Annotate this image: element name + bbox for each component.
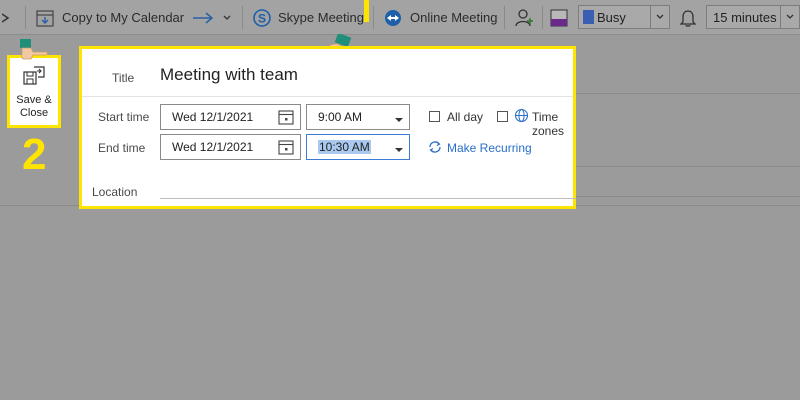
pointing-hand-icon xyxy=(18,38,54,65)
teamviewer-icon xyxy=(384,9,402,27)
add-attendee-icon[interactable] xyxy=(515,0,535,35)
reminder-dropdown[interactable]: 15 minutes xyxy=(706,5,800,29)
color-category-icon[interactable] xyxy=(550,0,568,35)
calendar-icon[interactable] xyxy=(278,109,294,128)
chevron-down-icon xyxy=(650,6,669,28)
ribbon-separator xyxy=(542,6,543,29)
copy-to-calendar-label: Copy to My Calendar xyxy=(62,10,185,25)
ribbon-separator xyxy=(242,6,243,29)
make-recurring-link[interactable]: Make Recurring xyxy=(447,141,532,155)
skype-icon: S xyxy=(252,8,272,28)
ribbon-separator xyxy=(373,6,374,29)
ribbon-separator xyxy=(504,6,505,29)
busy-color-swatch xyxy=(583,10,594,24)
online-meeting-label: Online Meeting xyxy=(410,10,498,25)
meeting-form-panel: Title Meeting with team Start time Wed 1… xyxy=(79,46,576,209)
end-time-field[interactable]: 10:30 AM xyxy=(306,134,410,160)
save-close-button[interactable]: Save & Close xyxy=(7,55,61,128)
ribbon-separator xyxy=(25,6,26,29)
step-marker xyxy=(364,0,369,22)
show-as-dropdown[interactable]: Busy xyxy=(578,5,670,29)
chevron-down-icon[interactable] xyxy=(394,143,404,157)
title-label: Title xyxy=(112,71,135,85)
recurring-icon xyxy=(428,140,442,159)
save-icon xyxy=(23,66,45,91)
start-time-label: Start time xyxy=(98,110,150,124)
start-date-value: Wed 12/1/2021 xyxy=(172,110,254,124)
start-date-field[interactable]: Wed 12/1/2021 xyxy=(160,104,301,130)
chevron-down-icon[interactable] xyxy=(222,0,232,35)
globe-icon xyxy=(514,108,529,128)
bell-icon[interactable] xyxy=(680,0,696,35)
all-day-checkbox[interactable] xyxy=(429,111,440,122)
chevron-down-icon[interactable] xyxy=(394,113,404,127)
end-time-value: 10:30 AM xyxy=(318,140,371,154)
chevron-down-icon xyxy=(780,6,799,28)
svg-text:S: S xyxy=(258,11,266,25)
end-time-label: End time xyxy=(98,141,146,155)
calendar-icon[interactable] xyxy=(278,139,294,158)
ribbon-toolbar: Copy to My Calendar S Skype Meeting Onli… xyxy=(0,0,800,35)
time-zones-checkbox[interactable] xyxy=(497,111,508,122)
online-meeting-button[interactable]: Online Meeting xyxy=(384,0,497,35)
copy-to-calendar-button[interactable]: Copy to My Calendar xyxy=(36,0,184,35)
location-label: Location xyxy=(92,185,138,199)
location-input[interactable] xyxy=(160,198,576,199)
start-time-value: 9:00 AM xyxy=(318,110,363,124)
end-date-field[interactable]: Wed 12/1/2021 xyxy=(160,134,301,160)
step-number: 2 xyxy=(22,130,47,179)
time-zones-label: Time zones xyxy=(532,110,565,138)
more-icon[interactable] xyxy=(0,0,12,35)
title-input[interactable]: Meeting with team xyxy=(160,65,298,85)
calendar-arrow-icon xyxy=(36,9,54,27)
skype-meeting-button[interactable]: S Skype Meeting xyxy=(252,0,364,35)
forward-arrow-icon[interactable] xyxy=(192,0,214,35)
reminder-value: 15 minutes xyxy=(713,9,777,25)
end-date-value: Wed 12/1/2021 xyxy=(172,140,254,154)
divider xyxy=(82,96,573,97)
save-close-label: Save & Close xyxy=(16,94,52,119)
show-as-value: Busy xyxy=(597,9,626,25)
all-day-label: All day xyxy=(447,110,484,124)
skype-meeting-label: Skype Meeting xyxy=(278,10,364,25)
start-time-field[interactable]: 9:00 AM xyxy=(306,104,410,130)
